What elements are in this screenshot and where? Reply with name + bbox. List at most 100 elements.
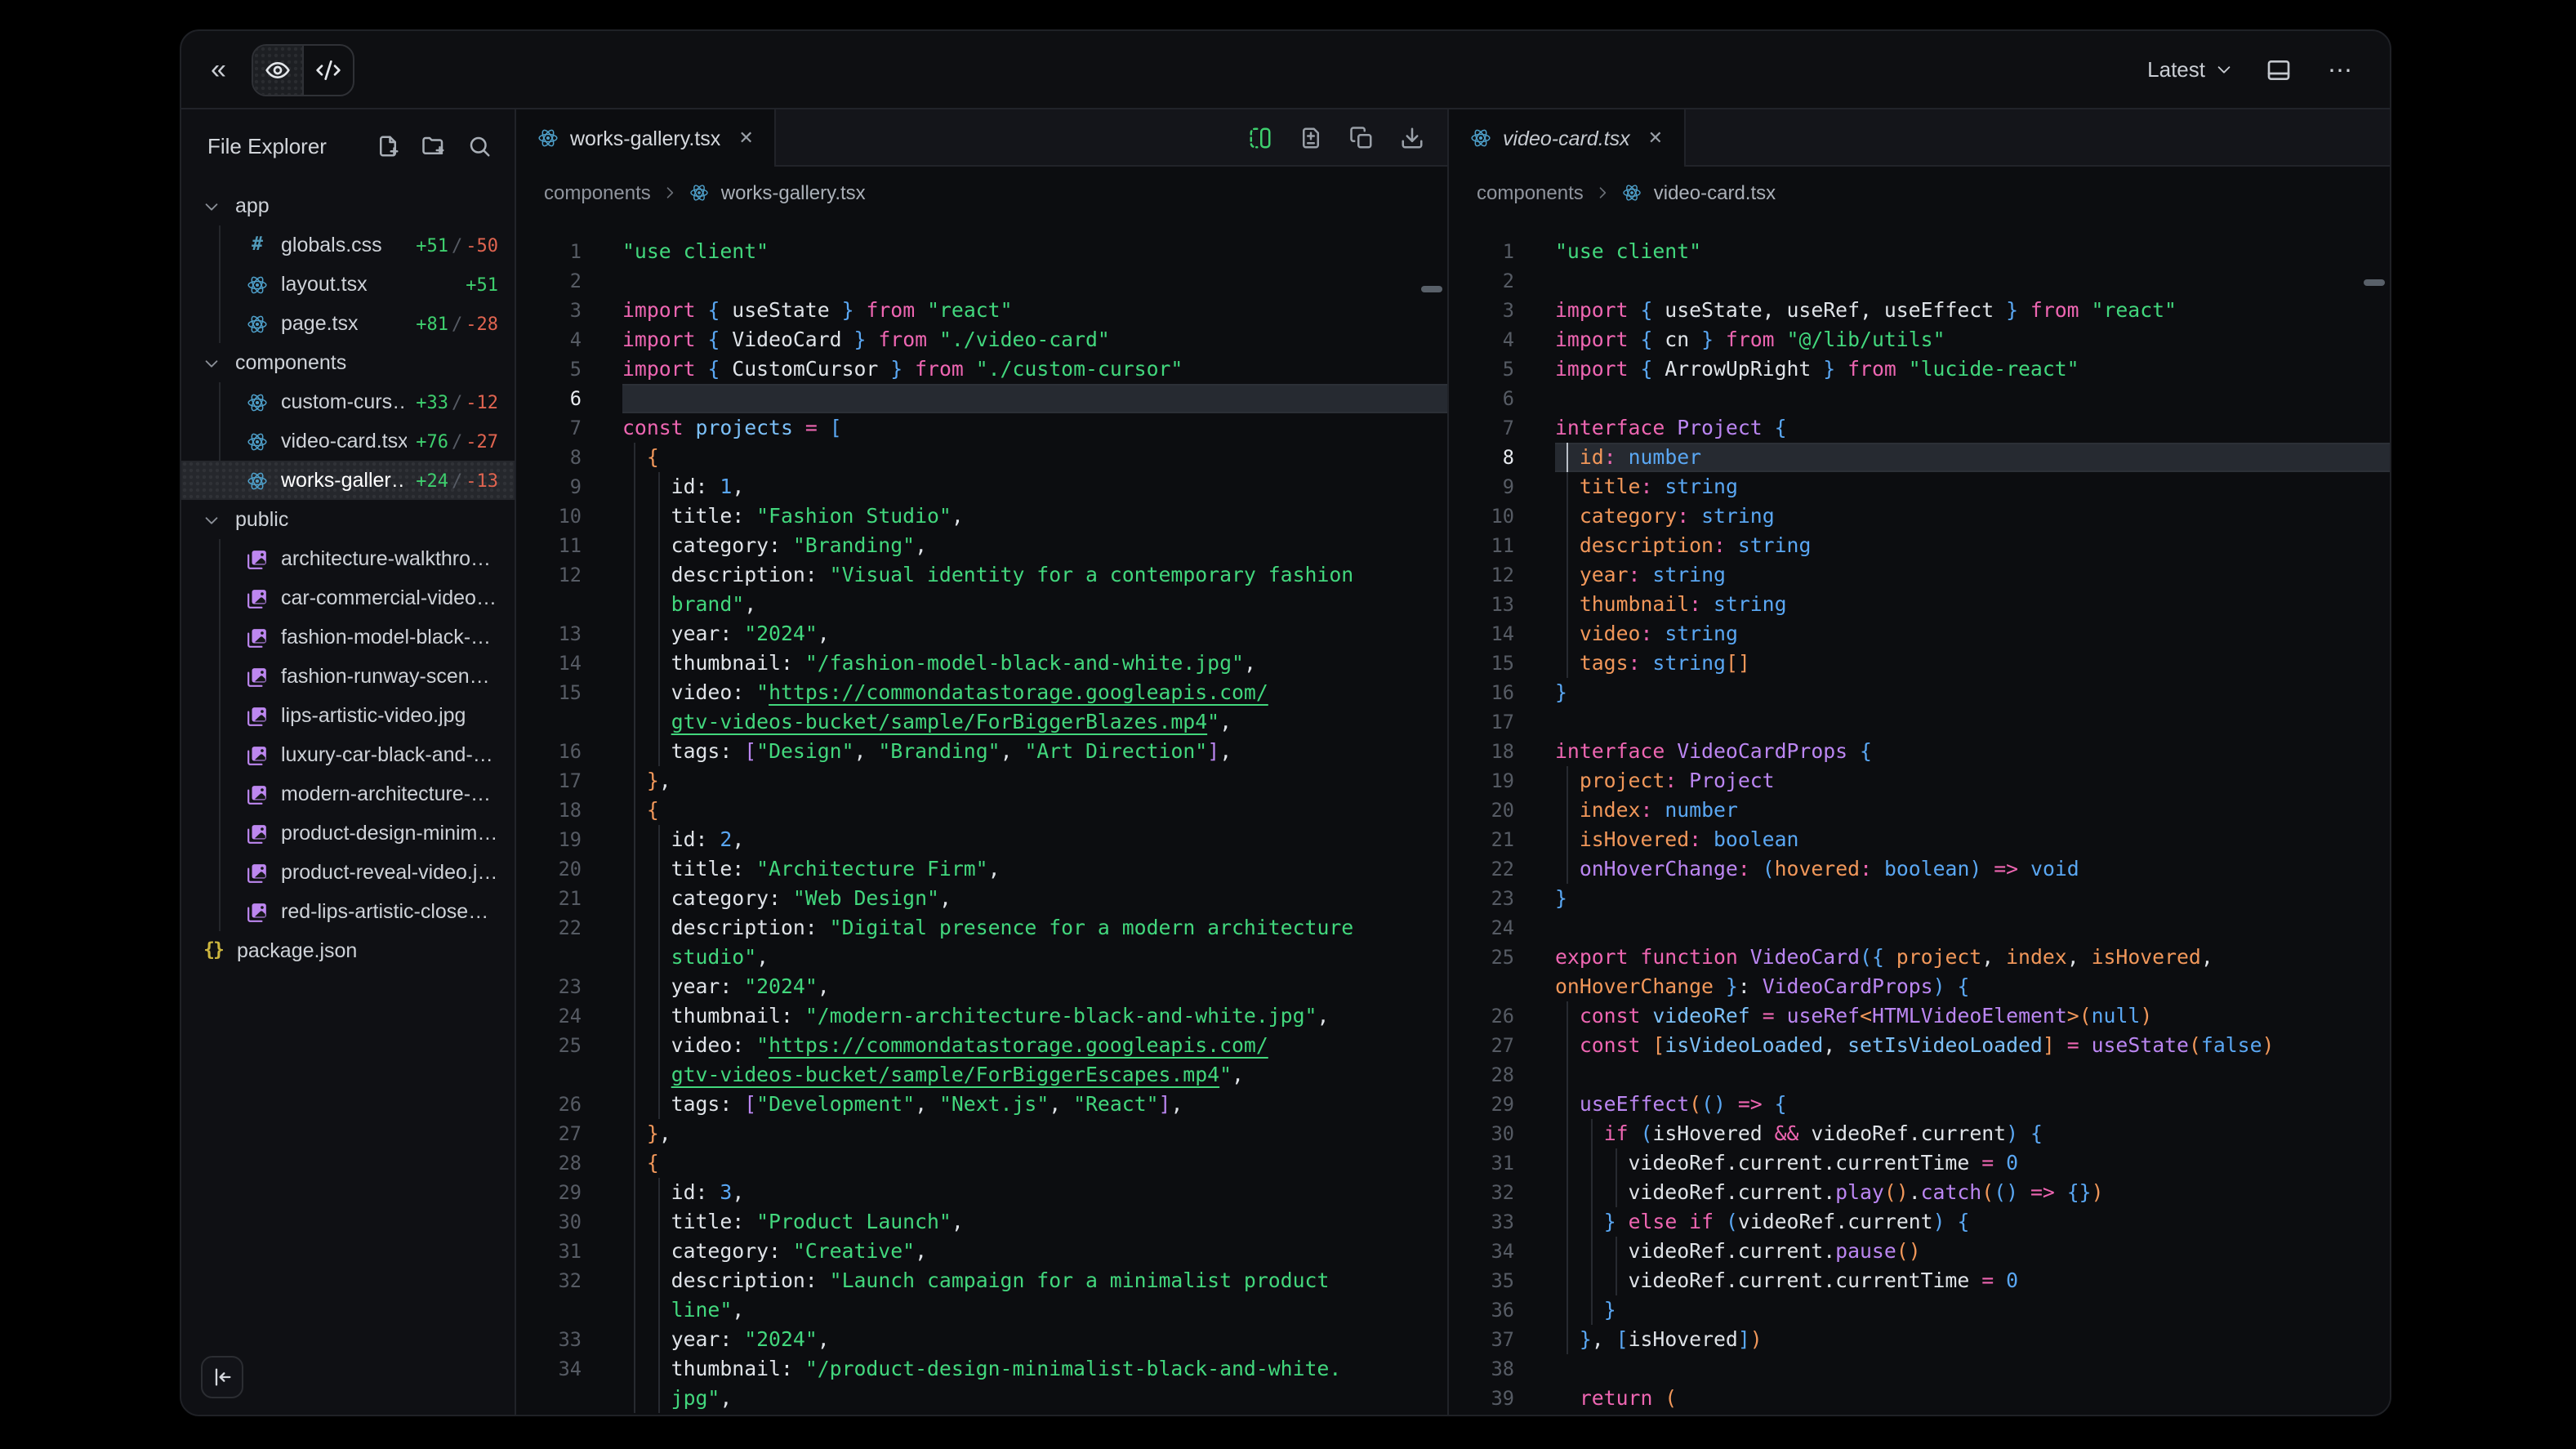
code-line-1[interactable]: 1"use client"	[1449, 237, 2390, 266]
code-line-20[interactable]: 20 title: "Architecture Firm",	[516, 854, 1447, 884]
code-line-5[interactable]: 5import { CustomCursor } from "./custom-…	[516, 354, 1447, 384]
code-line-21[interactable]: 21 category: "Web Design",	[516, 884, 1447, 913]
tree-folder-app[interactable]: app	[181, 186, 515, 225]
code-toggle-button[interactable]	[305, 45, 354, 94]
code-line-10[interactable]: 10 title: "Fashion Studio",	[516, 502, 1447, 531]
tree-file-video-card.tsx[interactable]: video-card.tsx+76/-27	[181, 421, 515, 461]
code-line-28[interactable]: 28 {	[516, 1148, 1447, 1178]
code-line-23[interactable]: 23 year: "2024",	[516, 972, 1447, 1001]
code-line-17[interactable]: 17 },	[516, 766, 1447, 796]
code-line-10[interactable]: 10 category: string	[1449, 502, 2390, 531]
code-line-15[interactable]: 15 tags: string[]	[1449, 649, 2390, 678]
code-line-21[interactable]: 21 isHovered: boolean	[1449, 825, 2390, 854]
search-icon[interactable]	[467, 134, 492, 158]
code-line-23[interactable]: 23}	[1449, 884, 2390, 913]
tree-file-works-galler-[interactable]: works-galler…+24/-13	[181, 461, 515, 500]
code-line-31[interactable]: 31 category: "Creative",	[516, 1237, 1447, 1266]
code-line-25[interactable]: 25 video: "https://commondatastorage.goo…	[516, 1031, 1447, 1060]
code-line-29[interactable]: 29 id: 3,	[516, 1178, 1447, 1207]
code-line-24[interactable]: 24	[1449, 913, 2390, 943]
close-tab-icon[interactable]: ✕	[738, 127, 753, 149]
code-line-9[interactable]: 9 id: 1,	[516, 472, 1447, 502]
code-line-35[interactable]: 35 videoRef.current.currentTime = 0	[1449, 1266, 2390, 1295]
code-line-wrap[interactable]: line",	[516, 1295, 1447, 1325]
code-line-11[interactable]: 11 description: string	[1449, 531, 2390, 560]
code-line-29[interactable]: 29 useEffect(() => {	[1449, 1090, 2390, 1119]
code-line-25[interactable]: 25export function VideoCard({ project, i…	[1449, 943, 2390, 972]
code-line-2[interactable]: 2	[516, 266, 1447, 296]
code-line-wrap[interactable]: studio",	[516, 943, 1447, 972]
code-line-32[interactable]: 32 videoRef.current.play().catch(() => {…	[1449, 1178, 2390, 1207]
code-line-13[interactable]: 13 thumbnail: string	[1449, 590, 2390, 619]
code-line-15[interactable]: 15 video: "https://commondatastorage.goo…	[516, 678, 1447, 707]
code-line-26[interactable]: 26 const videoRef = useRef<HTMLVideoElem…	[1449, 1001, 2390, 1031]
collapse-sidebar-button[interactable]	[201, 1356, 243, 1398]
tab-works-gallery[interactable]: works-gallery.tsx ✕	[516, 109, 777, 167]
code-line-wrap[interactable]: onHoverChange }: VideoCardProps) {	[1449, 972, 2390, 1001]
code-line-8[interactable]: 8 id: number	[1449, 443, 2390, 472]
code-line-14[interactable]: 14 thumbnail: "/fashion-model-black-and-…	[516, 649, 1447, 678]
code-line-4[interactable]: 4import { cn } from "@/lib/utils"	[1449, 325, 2390, 354]
code-line-27[interactable]: 27 const [isVideoLoaded, setIsVideoLoade…	[1449, 1031, 2390, 1060]
code-line-16[interactable]: 16}	[1449, 678, 2390, 707]
code-line-11[interactable]: 11 category: "Branding",	[516, 531, 1447, 560]
close-tab-icon[interactable]: ✕	[1648, 127, 1663, 149]
copy-icon[interactable]	[1349, 125, 1374, 149]
code-line-wrap[interactable]: gtv-videos-bucket/sample/ForBiggerEscape…	[516, 1060, 1447, 1090]
code-line-8[interactable]: 8 {	[516, 443, 1447, 472]
panel-layout-button[interactable]	[2262, 53, 2295, 86]
tree-file-car-commercial-video-[interactable]: car-commercial-video…	[181, 578, 515, 617]
code-line-20[interactable]: 20 index: number	[1449, 796, 2390, 825]
code-line-3[interactable]: 3import { useState } from "react"	[516, 296, 1447, 325]
code-line-33[interactable]: 33 } else if (videoRef.current) {	[1449, 1207, 2390, 1237]
code-line-22[interactable]: 22 onHoverChange: (hovered: boolean) => …	[1449, 854, 2390, 884]
code-line-33[interactable]: 33 year: "2024",	[516, 1325, 1447, 1354]
code-line-9[interactable]: 9 title: string	[1449, 472, 2390, 502]
tree-file-fashion-model-black-[interactable]: fashion-model-black-…	[181, 617, 515, 657]
code-line-1[interactable]: 1"use client"	[516, 237, 1447, 266]
code-line-30[interactable]: 30 if (isHovered && videoRef.current) {	[1449, 1119, 2390, 1148]
code-line-12[interactable]: 12 description: "Visual identity for a c…	[516, 560, 1447, 590]
tree-file-architecture-walkthro-[interactable]: architecture-walkthro…	[181, 539, 515, 578]
code-line-wrap[interactable]: gtv-videos-bucket/sample/ForBiggerBlazes…	[516, 707, 1447, 737]
code-line-6[interactable]: 6	[1449, 384, 2390, 413]
code-area-works-gallery[interactable]: 1"use client"23import { useState } from …	[516, 219, 1447, 1415]
collapse-panel-button[interactable]: «	[207, 52, 230, 87]
tree-file-luxury-car-black-and-[interactable]: luxury-car-black-and-…	[181, 735, 515, 774]
breadcrumb-file[interactable]: works-gallery.tsx	[721, 181, 866, 204]
code-line-36[interactable]: 36 }	[1449, 1295, 2390, 1325]
tree-file-product-design-minim-[interactable]: product-design-minim…	[181, 814, 515, 853]
scrollbar-thumb[interactable]	[1421, 286, 1442, 292]
code-line-28[interactable]: 28	[1449, 1060, 2390, 1090]
code-line-2[interactable]: 2	[1449, 266, 2390, 296]
scrollbar-thumb[interactable]	[2364, 279, 2385, 286]
code-line-37[interactable]: 37 }, [isHovered])	[1449, 1325, 2390, 1354]
breadcrumb-folder[interactable]: components	[1477, 181, 1584, 204]
tree-file-package.json[interactable]: {}package.json	[181, 931, 515, 970]
code-line-5[interactable]: 5import { ArrowUpRight } from "lucide-re…	[1449, 354, 2390, 384]
code-line-17[interactable]: 17	[1449, 707, 2390, 737]
tree-folder-components[interactable]: components	[181, 343, 515, 382]
code-line-6[interactable]: 6	[516, 384, 1447, 413]
new-file-icon[interactable]	[376, 134, 400, 158]
tree-file-layout.tsx[interactable]: layout.tsx+51	[181, 265, 515, 304]
new-folder-icon[interactable]	[421, 134, 446, 158]
code-line-12[interactable]: 12 year: string	[1449, 560, 2390, 590]
code-line-16[interactable]: 16 tags: ["Design", "Branding", "Art Dir…	[516, 737, 1447, 766]
file-diff-icon[interactable]	[1299, 125, 1323, 149]
split-diff-icon[interactable]	[1248, 125, 1272, 149]
code-line-19[interactable]: 19 id: 2,	[516, 825, 1447, 854]
code-line-wrap[interactable]: jpg",	[516, 1384, 1447, 1413]
breadcrumb-file[interactable]: video-card.tsx	[1654, 181, 1776, 204]
code-line-34[interactable]: 34 thumbnail: "/product-design-minimalis…	[516, 1354, 1447, 1384]
code-line-34[interactable]: 34 videoRef.current.pause()	[1449, 1237, 2390, 1266]
code-line-4[interactable]: 4import { VideoCard } from "./video-card…	[516, 325, 1447, 354]
code-line-32[interactable]: 32 description: "Launch campaign for a m…	[516, 1266, 1447, 1295]
code-line-39[interactable]: 39 return (	[1449, 1384, 2390, 1413]
tree-file-page.tsx[interactable]: page.tsx+81/-28	[181, 304, 515, 343]
download-icon[interactable]	[1400, 125, 1424, 149]
code-line-18[interactable]: 18 {	[516, 796, 1447, 825]
tree-file-lips-artistic-video.jpg[interactable]: lips-artistic-video.jpg	[181, 696, 515, 735]
more-options-button[interactable]: ⋯	[2324, 51, 2357, 87]
code-area-video-card[interactable]: 1"use client"23import { useState, useRef…	[1449, 219, 2390, 1415]
